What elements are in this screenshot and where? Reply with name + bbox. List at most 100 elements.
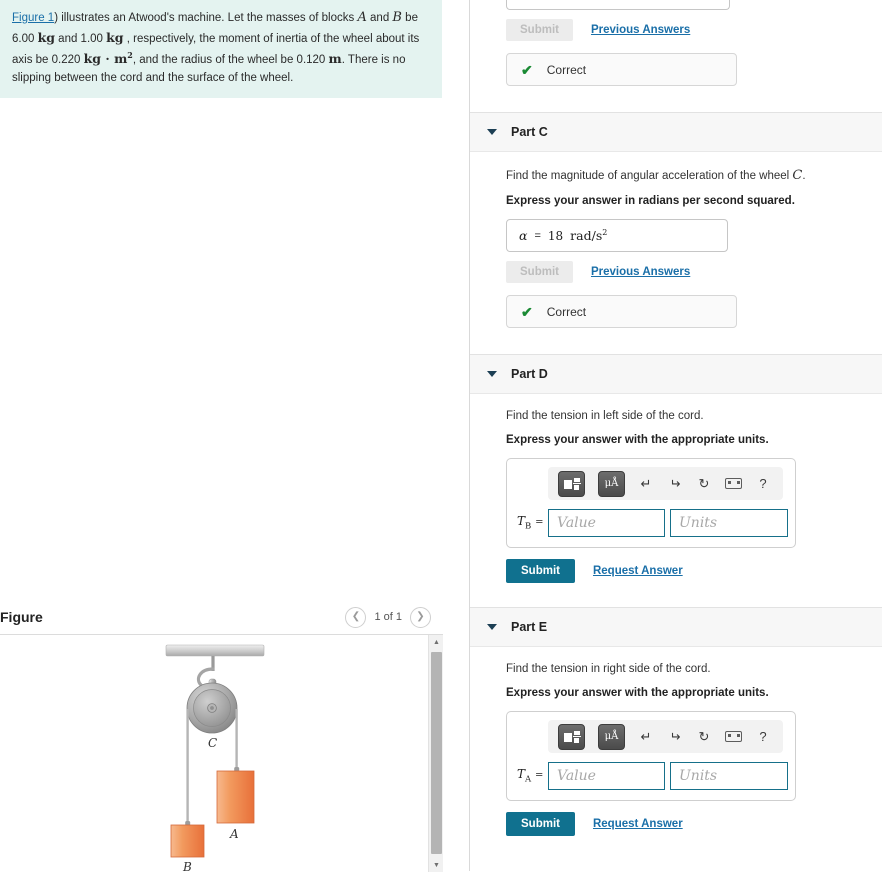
atwood-machine-diagram: C A B [165, 644, 265, 872]
part-e-action-row: Submit Request Answer [506, 812, 882, 836]
math-toolbar-part-e: μÅ ↵ ↵ ↻ ? [548, 720, 783, 753]
status-label-part-b: Correct [546, 62, 587, 77]
value-input-part-d[interactable] [548, 509, 665, 537]
answer-symbol-part-c: α [519, 228, 528, 243]
submit-button-part-b[interactable]: Submit [506, 19, 573, 41]
problem-text-2: and [366, 12, 393, 24]
answer-field-part-c[interactable]: α = 18 rad/s2 [506, 219, 728, 252]
previous-answers-link-part-b[interactable]: Previous Answers [591, 24, 690, 36]
problem-unit-inertia: kg · m [83, 50, 128, 66]
instruction-part-d: Express your answer with the appropriate… [506, 434, 769, 446]
figure-1-link[interactable]: Figure 1 [12, 12, 54, 24]
check-icon: ✔ [521, 61, 533, 78]
answer-value-part-c: 18 [547, 228, 564, 243]
right-column: Submit Previous Answers ✔ Correct Part C… [470, 0, 882, 871]
submit-button-part-d[interactable]: Submit [506, 559, 575, 583]
request-answer-link-part-e[interactable]: Request Answer [593, 818, 683, 830]
scroll-up-arrow-icon[interactable]: ▲ [429, 635, 443, 650]
answer-field-row-part-e: TA = [517, 762, 788, 790]
units-input-part-d[interactable] [670, 509, 788, 537]
figure-title: Figure [0, 609, 43, 625]
question-var-c: C [792, 168, 803, 183]
units-button[interactable]: μÅ [598, 723, 625, 750]
figure-prev-button[interactable]: ❮ [345, 606, 367, 628]
figure-scrollbar[interactable]: ▲ ▼ [428, 635, 443, 872]
question-text-part-c: Find the magnitude of angular accelerati… [506, 168, 806, 183]
question-text-part-e: Find the tension in right side of the co… [506, 663, 711, 675]
check-icon: ✔ [521, 303, 533, 320]
field-label-part-e: TA = [517, 767, 544, 785]
part-c-action-row: Submit Previous Answers [506, 261, 882, 283]
problem-unit-kg-2: kg [106, 30, 124, 46]
page-root: Figure 1) illustrates an Atwood's machin… [0, 0, 882, 872]
problem-unit-kg-1: kg [37, 30, 55, 46]
instruction-part-c: Express your answer in radians per secon… [506, 195, 795, 207]
answer-field-row-part-d: TB = [517, 509, 788, 537]
submit-button-part-c[interactable]: Submit [506, 261, 573, 283]
answer-equals-part-c: = [534, 229, 541, 242]
figure-pager: ❮ 1 of 1 ❯ [345, 606, 431, 628]
part-header-part-e[interactable]: Part E [470, 607, 882, 647]
question-text-part-d: Find the tension in left side of the cor… [506, 410, 704, 422]
undo-arrow-icon[interactable]: ↵ [638, 477, 654, 490]
figure-panel: Figure ❮ 1 of 1 ❯ C A B ▲ ▼ [0, 600, 470, 872]
redo-arrow-icon[interactable]: ↵ [667, 476, 683, 491]
figure-viewport: C A B ▲ ▼ [0, 634, 443, 872]
units-button[interactable]: μÅ [598, 470, 625, 497]
part-title-part-d: Part D [511, 367, 548, 381]
answer-units-part-c: rad/s2 [570, 227, 608, 244]
status-label-part-c: Correct [546, 304, 587, 319]
previous-part-answer-input[interactable] [506, 0, 730, 10]
status-badge-part-b: ✔ Correct [506, 53, 737, 86]
status-badge-part-c: ✔ Correct [506, 295, 737, 328]
chevron-down-icon [487, 371, 497, 377]
figure-label-c: C [208, 736, 217, 750]
problem-var-b: B [392, 10, 402, 25]
redo-arrow-icon[interactable]: ↵ [667, 729, 683, 744]
previous-answers-link-part-c[interactable]: Previous Answers [591, 266, 690, 278]
answer-entry-part-d: μÅ ↵ ↵ ↻ ? TB = [506, 458, 796, 548]
problem-text-6: , and the radius of the wheel be 0.120 [132, 53, 329, 66]
scrollbar-thumb[interactable] [431, 652, 442, 854]
request-answer-link-part-d[interactable]: Request Answer [593, 565, 683, 577]
problem-statement: Figure 1) illustrates an Atwood's machin… [0, 0, 442, 98]
figure-header: Figure ❮ 1 of 1 ❯ [0, 600, 443, 634]
reset-circle-icon[interactable]: ↻ [696, 730, 712, 743]
math-toolbar-part-d: μÅ ↵ ↵ ↻ ? [548, 467, 783, 500]
left-column: Figure 1) illustrates an Atwood's machin… [0, 0, 470, 872]
help-icon[interactable]: ? [755, 477, 771, 490]
math-template-icon[interactable] [558, 470, 585, 497]
chevron-down-icon [487, 624, 497, 630]
figure-label-b: B [182, 860, 192, 872]
instruction-part-e: Express your answer with the appropriate… [506, 687, 769, 699]
math-template-icon[interactable] [558, 723, 585, 750]
part-d-action-row: Submit Request Answer [506, 559, 882, 583]
part-header-part-c[interactable]: Part C [470, 112, 882, 152]
part-title-part-e: Part E [511, 620, 548, 634]
chevron-down-icon [487, 129, 497, 135]
problem-var-a: A [357, 10, 367, 25]
value-input-part-e[interactable] [548, 762, 665, 790]
problem-text-1: ) illustrates an Atwood's machine. Let t… [54, 12, 358, 24]
scroll-down-arrow-icon[interactable]: ▼ [429, 858, 443, 872]
figure-pager-label: 1 of 1 [374, 611, 402, 623]
keyboard-icon[interactable] [725, 478, 742, 489]
figure-label-a: A [229, 827, 239, 841]
keyboard-icon[interactable] [725, 731, 742, 742]
part-b-action-row: Submit Previous Answers [506, 19, 882, 41]
undo-arrow-icon[interactable]: ↵ [638, 730, 654, 743]
part-body-part-c: Find the magnitude of angular accelerati… [470, 168, 882, 328]
help-icon[interactable]: ? [755, 730, 771, 743]
answer-entry-part-e: μÅ ↵ ↵ ↻ ? TA = [506, 711, 796, 801]
problem-text-4: and 1.00 [54, 33, 107, 46]
submit-button-part-e[interactable]: Submit [506, 812, 575, 836]
field-label-part-d: TB = [517, 514, 544, 532]
part-title-part-c: Part C [511, 125, 548, 139]
part-body-part-e: Find the tension in right side of the co… [470, 663, 882, 836]
part-header-part-d[interactable]: Part D [470, 354, 882, 394]
reset-circle-icon[interactable]: ↻ [696, 477, 712, 490]
part-body-part-d: Find the tension in left side of the cor… [470, 410, 882, 583]
problem-unit-m: m [328, 50, 342, 66]
units-input-part-e[interactable] [670, 762, 788, 790]
figure-next-button[interactable]: ❯ [410, 606, 431, 628]
